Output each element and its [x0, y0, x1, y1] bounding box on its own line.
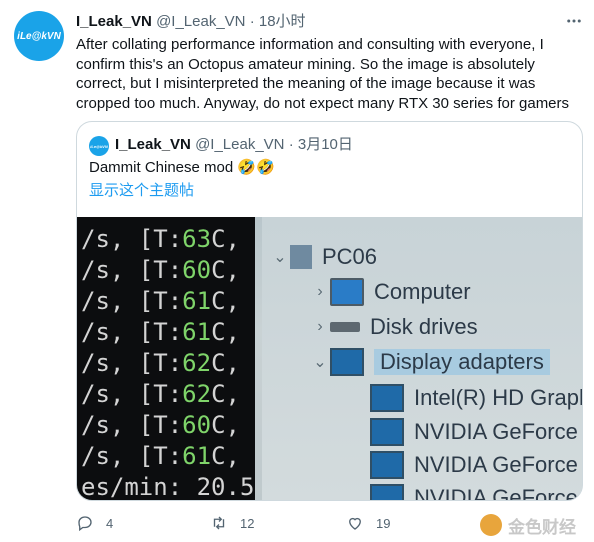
- quoted-date[interactable]: 3月10日: [298, 136, 353, 153]
- quoted-text: Dammit Chinese mod 🤣🤣: [89, 159, 275, 176]
- terminal-line: /s, [T:61C,: [81, 287, 240, 315]
- display-adapter-icon: [330, 348, 364, 376]
- chevron-down-icon: ⌄: [273, 249, 287, 266]
- terminal-photo-region: /s, [T:63C, /s, [T:60C, /s, [T:61C, /s, …: [77, 217, 255, 500]
- quoted-handle[interactable]: @I_Leak_VN: [195, 136, 284, 153]
- quoted-tweet[interactable]: iLe@kVN I_Leak_VN @I_Leak_VN · 3月10日 Dam…: [76, 121, 583, 501]
- tree-item-adapter: NVIDIA GeForce R: [370, 449, 582, 481]
- terminal-line: /s, [T:60C,: [81, 256, 240, 284]
- retweet-button[interactable]: 12: [210, 512, 254, 534]
- reply-button[interactable]: 4: [76, 512, 113, 534]
- display-adapter-icon: [370, 418, 404, 446]
- terminal-line: /s, [T:63C,: [81, 225, 240, 253]
- like-count: 19: [376, 515, 391, 531]
- retweet-icon: [213, 516, 225, 530]
- more-horizontal-icon[interactable]: [563, 10, 585, 32]
- tweet-header: I_Leak_VN @I_Leak_VN · 18小时: [76, 12, 306, 32]
- watermark: 金色财经: [480, 511, 576, 539]
- separator: ·: [249, 13, 255, 30]
- avatar[interactable]: iLe@kVN: [14, 11, 64, 61]
- chevron-down-icon: ⌄: [313, 354, 327, 371]
- display-adapter-icon: [370, 451, 404, 479]
- tree-item-adapter: Intel(R) HD Graphi: [370, 382, 582, 414]
- display-adapter-icon: [370, 484, 404, 500]
- reply-count: 4: [106, 515, 114, 531]
- terminal-line: es/min: 20.5: [81, 473, 255, 500]
- tweet-text: After collating performance information …: [76, 36, 570, 112]
- disk-icon: [330, 322, 360, 332]
- handle[interactable]: @I_Leak_VN: [156, 13, 245, 30]
- monitor-icon: [330, 278, 364, 306]
- quoted-header: I_Leak_VN @I_Leak_VN · 3月10日: [115, 135, 353, 155]
- tree-item-adapter: NVIDIA GeForce: [370, 482, 578, 500]
- display-adapter-icon: [370, 384, 404, 412]
- quoted-display-name[interactable]: I_Leak_VN: [115, 136, 191, 153]
- tree-root: ⌄ PC06: [270, 241, 377, 273]
- pc-icon: [290, 245, 312, 269]
- heart-icon: [349, 517, 361, 530]
- terminal-line: /s, [T:62C,: [81, 349, 240, 377]
- chevron-right-icon: ›: [317, 283, 323, 300]
- quoted-avatar[interactable]: iLe@kVN: [89, 136, 109, 156]
- terminal-line: /s, [T:61C,: [81, 442, 240, 470]
- terminal-line: /s, [T:62C,: [81, 380, 240, 408]
- watermark-logo-icon: [480, 514, 502, 536]
- terminal-line: /s, [T:61C,: [81, 318, 240, 346]
- like-button[interactable]: 19: [346, 512, 390, 534]
- quoted-separator: ·: [288, 136, 294, 153]
- tree-item-adapter: NVIDIA GeForce R: [370, 416, 582, 448]
- tree-item-computer: › Computer: [310, 276, 471, 308]
- chevron-right-icon: ›: [317, 318, 323, 335]
- tree-item-disk-drives: › Disk drives: [310, 311, 477, 343]
- display-name[interactable]: I_Leak_VN: [76, 13, 152, 30]
- retweet-count: 12: [240, 515, 255, 531]
- reply-icon: [78, 516, 92, 532]
- terminal-line: /s, [T:60C,: [81, 411, 240, 439]
- device-manager-photo-region: ⌄ PC06 › Computer › Disk drives ⌄ Displa…: [262, 217, 582, 500]
- tree-item-display-adapters: ⌄ Display adapters: [310, 346, 550, 378]
- watermark-text: 金色财经: [508, 517, 576, 537]
- quoted-photo[interactable]: /s, [T:63C, /s, [T:60C, /s, [T:61C, /s, …: [77, 217, 582, 500]
- timestamp[interactable]: 18小时: [259, 13, 306, 30]
- show-thread-link[interactable]: 显示这个主题帖: [89, 181, 194, 201]
